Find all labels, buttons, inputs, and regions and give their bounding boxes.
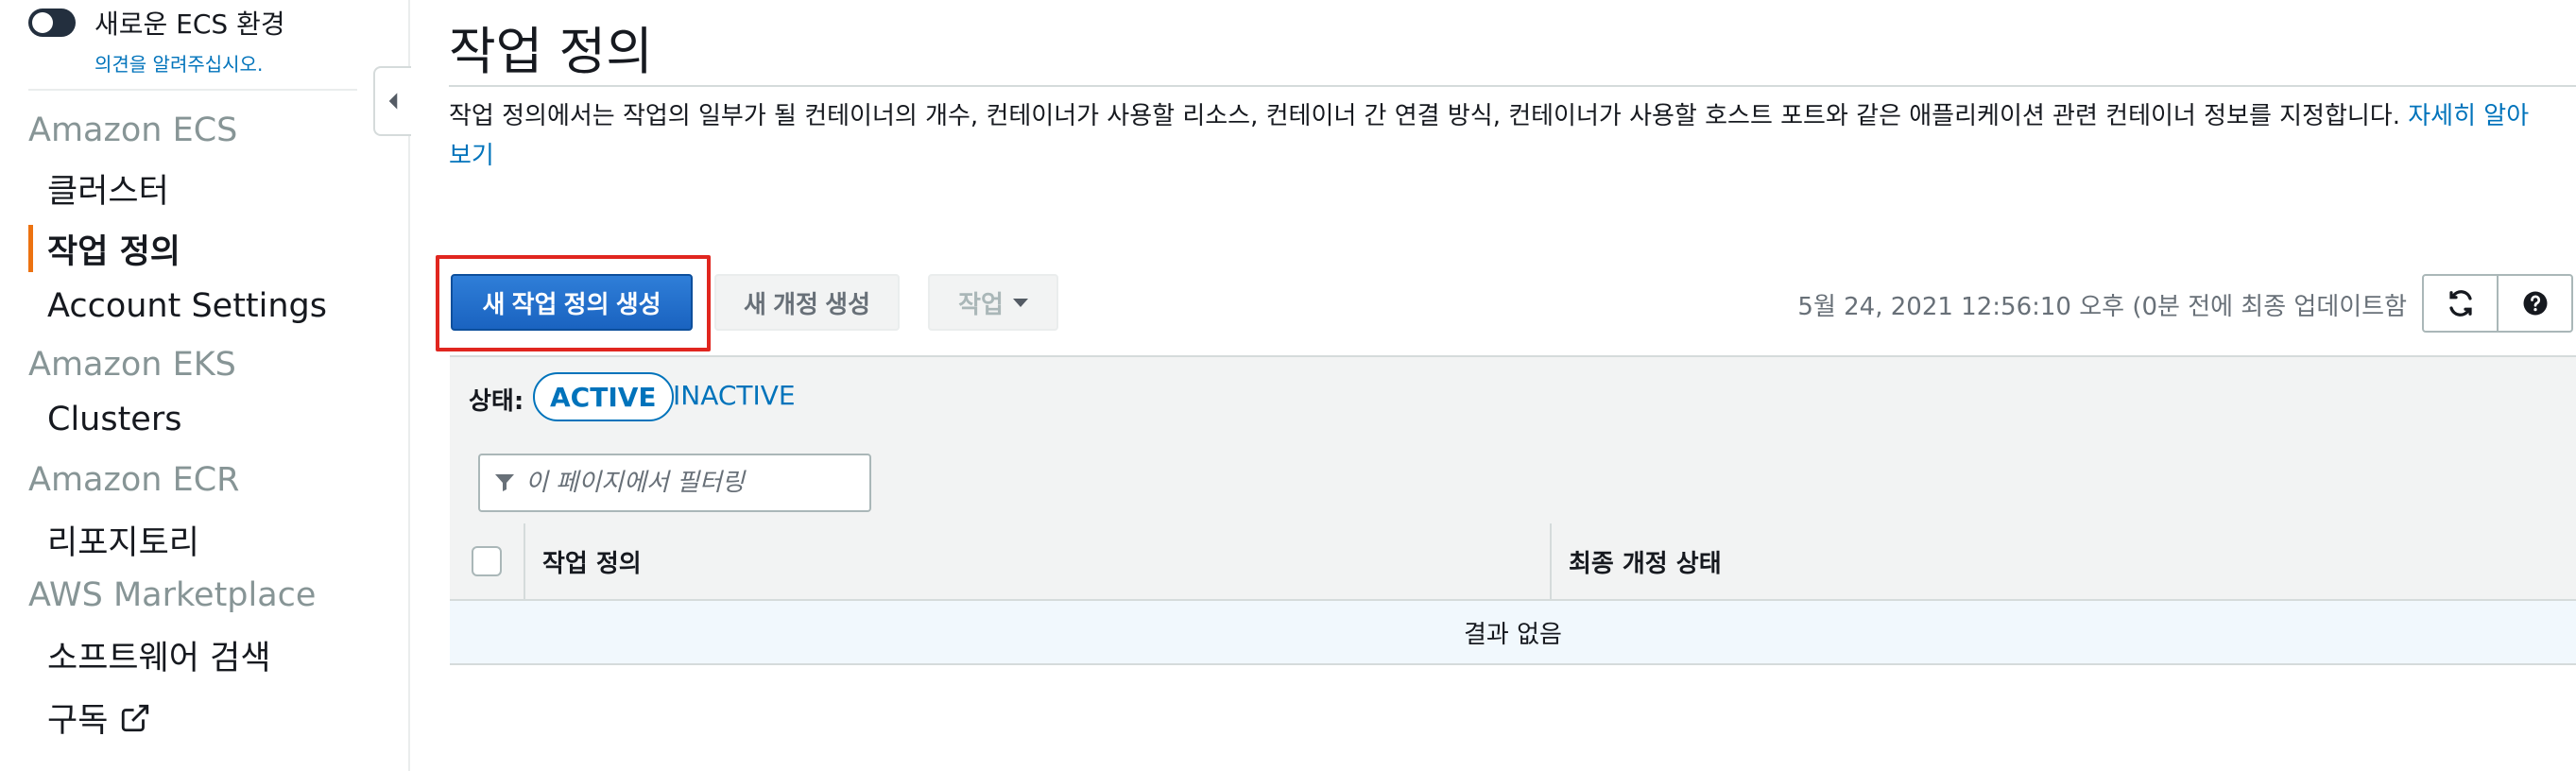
refresh-icon xyxy=(2448,290,2472,317)
actions-label: 작업 xyxy=(958,289,1004,318)
chevron-left-icon xyxy=(388,93,398,110)
select-all-checkbox[interactable] xyxy=(472,546,502,576)
description-text: 작업 정의에서는 작업의 일부가 될 컨테이너의 개수, 컨테이너가 사용할 리… xyxy=(449,102,2400,130)
toolbar-icon-buttons xyxy=(2422,274,2573,333)
caret-down-icon xyxy=(1012,298,1028,307)
help-button[interactable] xyxy=(2497,276,2571,331)
filter-input[interactable] xyxy=(524,468,867,498)
status-label: 상태: xyxy=(469,387,524,416)
sidebar-item-subscriptions[interactable]: 구독 xyxy=(47,694,151,742)
refresh-button[interactable] xyxy=(2424,276,2497,331)
sidebar-item-subscriptions-label: 구독 xyxy=(47,702,109,740)
sidebar-section-aws-marketplace: AWS Marketplace xyxy=(28,576,317,614)
create-task-definition-button[interactable]: 새 작업 정의 생성 xyxy=(451,274,693,331)
task-definitions-panel: 상태: ACTIVE INACTIVE 작업 정의 최종 개정 상태 결과 없음 xyxy=(450,355,2576,665)
active-indicator xyxy=(28,225,33,272)
empty-results-row: 결과 없음 xyxy=(450,601,2576,665)
sidebar-item-repositories[interactable]: 리포지토리 xyxy=(47,516,199,564)
sidebar-item-account-settings[interactable]: Account Settings xyxy=(47,287,327,325)
status-inactive-link[interactable]: INACTIVE xyxy=(673,380,796,411)
sidebar-collapse-button[interactable] xyxy=(373,66,411,136)
sidebar-item-clusters[interactable]: 클러스터 xyxy=(47,164,169,213)
sidebar-section-amazon-eks: Amazon EKS xyxy=(28,346,236,384)
sidebar-item-discover-software[interactable]: 소프트웨어 검색 xyxy=(47,631,271,679)
last-updated-timestamp: 5월 24, 2021 12:56:10 오후 (0분 전에 최종 업데이트함 xyxy=(1797,293,2407,321)
sidebar-section-amazon-ecr: Amazon ECR xyxy=(28,461,240,499)
filter-bar xyxy=(450,440,2576,525)
table-header: 작업 정의 최종 개정 상태 xyxy=(450,523,2576,601)
feedback-link[interactable]: 의견을 알려주십시오. xyxy=(94,49,263,77)
toggle-label: 새로운 ECS 환경 xyxy=(94,9,285,40)
title-divider xyxy=(449,85,2576,87)
status-active-pill[interactable]: ACTIVE xyxy=(533,372,674,421)
create-new-revision-button[interactable]: 새 개정 생성 xyxy=(714,274,900,331)
page-title: 작업 정의 xyxy=(449,22,653,81)
sidebar-divider xyxy=(28,89,357,91)
new-ecs-experience-toggle-row: 새로운 ECS 환경 xyxy=(28,4,285,42)
page-description: 작업 정의에서는 작업의 일부가 될 컨테이너의 개수, 컨테이너가 사용할 리… xyxy=(449,96,2537,176)
sidebar: 새로운 ECS 환경 의견을 알려주십시오. Amazon ECS 클러스터 작… xyxy=(0,0,410,771)
column-header-task-definition[interactable]: 작업 정의 xyxy=(525,523,1552,599)
external-link-icon xyxy=(122,704,149,731)
sidebar-item-task-definitions[interactable]: 작업 정의 xyxy=(47,225,180,273)
new-ecs-experience-toggle[interactable] xyxy=(28,9,76,37)
help-icon xyxy=(2523,291,2547,316)
status-filter-bar: 상태: ACTIVE INACTIVE xyxy=(450,357,2576,442)
sidebar-section-amazon-ecs: Amazon ECS xyxy=(28,111,238,149)
actions-dropdown-button[interactable]: 작업 xyxy=(928,274,1058,331)
filter-field[interactable] xyxy=(478,454,871,512)
toggle-knob xyxy=(32,12,53,33)
filter-icon xyxy=(495,474,514,491)
column-header-latest-revision-status[interactable]: 최종 개정 상태 xyxy=(1552,523,2576,599)
sidebar-item-eks-clusters[interactable]: Clusters xyxy=(47,401,181,438)
select-all-cell xyxy=(450,523,525,599)
